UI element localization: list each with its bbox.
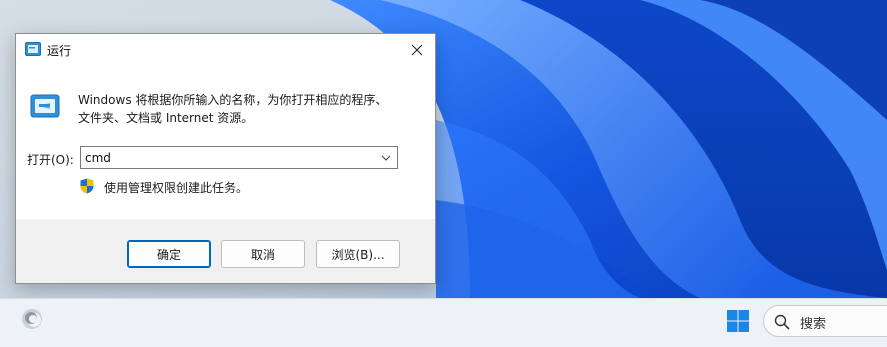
taskbar-search[interactable]: 搜索 — [763, 305, 887, 337]
close-button[interactable] — [405, 38, 429, 62]
description-line-1: Windows 将根据你所输入的名称，为你打开相应的程序、 — [78, 93, 388, 107]
dialog-title: 运行 — [47, 44, 72, 58]
admin-note-text: 使用管理权限创建此任务。 — [104, 181, 249, 195]
cancel-button[interactable]: 取消 — [221, 240, 305, 268]
open-label: 打开(O): — [27, 153, 74, 167]
browse-button[interactable]: 浏览(B)... — [316, 240, 400, 268]
title-bar[interactable]: 运行 — [16, 34, 435, 66]
chevron-down-icon — [381, 155, 391, 161]
description-line-2: 文件夹、文档或 Internet 资源。 — [78, 111, 254, 125]
run-program-icon — [30, 94, 60, 118]
combo-dropdown-button[interactable] — [378, 150, 394, 166]
uac-shield-icon — [80, 178, 94, 194]
dialog-description: Windows 将根据你所输入的名称，为你打开相应的程序、 文件夹、文档或 In… — [78, 91, 418, 127]
open-input[interactable] — [81, 147, 375, 168]
widgets-icon[interactable] — [20, 307, 44, 331]
close-icon — [411, 44, 423, 56]
run-dialog: 运行 Windows 将根据你所输入的名称，为你打开相应的程序、 文件夹、文档或… — [15, 33, 436, 284]
search-label: 搜索 — [800, 317, 827, 332]
start-button[interactable] — [727, 310, 749, 332]
run-app-icon — [25, 42, 41, 56]
open-combobox[interactable] — [80, 146, 398, 169]
taskbar: 搜索 — [0, 298, 887, 347]
search-icon — [774, 314, 790, 330]
dialog-footer: 确定 取消 浏览(B)... — [16, 219, 435, 283]
ok-button[interactable]: 确定 — [127, 240, 211, 268]
